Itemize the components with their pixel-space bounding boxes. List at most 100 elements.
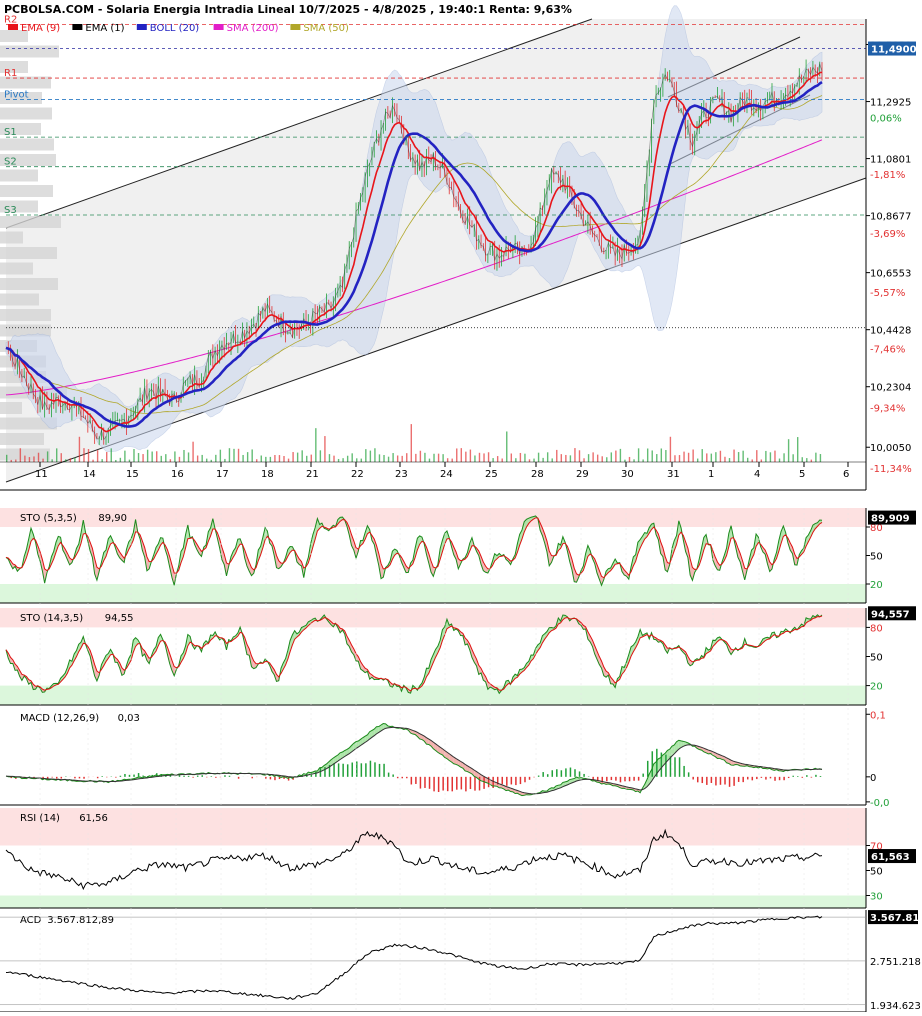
macd-histogram-bar	[215, 777, 217, 778]
macd-histogram-bar	[811, 777, 813, 778]
volume-bar	[656, 454, 657, 462]
volume-bar	[802, 457, 803, 462]
price-tick-label: 10,2304	[870, 383, 911, 394]
macd-histogram-bar	[374, 762, 376, 776]
macd-histogram-bar	[447, 777, 449, 791]
volume-bar	[792, 454, 793, 462]
x-tick-label: 6	[843, 469, 849, 480]
volume-bar	[770, 452, 771, 462]
volume-bar	[33, 456, 34, 462]
volume-bar	[74, 458, 75, 462]
volume-bar	[488, 452, 489, 462]
macd-histogram-bar	[97, 777, 99, 778]
volume-bar	[370, 451, 371, 462]
volume-profile-bar	[0, 402, 22, 414]
volume-bar	[51, 459, 52, 462]
macd-tick-label: 0	[870, 773, 876, 784]
macd-histogram-bar	[179, 775, 181, 777]
volume-bar	[483, 453, 484, 462]
volume-bar	[165, 454, 166, 462]
volume-bar	[397, 455, 398, 462]
last-price-label: 11,4900	[871, 45, 917, 56]
macd-histogram-bar	[802, 777, 804, 778]
volume-bar	[715, 452, 716, 462]
volume-bar	[747, 458, 748, 462]
volume-bar	[342, 458, 343, 462]
volume-bar	[806, 458, 807, 462]
volume-bar	[461, 448, 462, 462]
macd-histogram-bar	[483, 777, 485, 789]
pct-tick-label: -9,34%	[870, 404, 905, 415]
macd-histogram-bar	[120, 776, 122, 777]
macd-histogram-bar	[51, 777, 53, 778]
x-tick-label: 1	[708, 469, 714, 480]
volume-bar	[238, 449, 239, 462]
volume-bar	[720, 451, 721, 462]
x-tick-label: 15	[126, 469, 139, 480]
volume-bar	[515, 458, 516, 462]
volume-bar	[220, 450, 221, 462]
macd-tick-label: 0,1	[870, 710, 886, 721]
macd-histogram-bar	[133, 775, 135, 777]
volume-bar	[620, 449, 621, 462]
volume-bar	[456, 448, 457, 462]
volume-bar	[106, 452, 107, 462]
volume-bar	[502, 459, 503, 462]
volume-bar	[570, 455, 571, 462]
macd-histogram-bar	[642, 774, 644, 777]
volume-bar	[420, 451, 421, 462]
macd-histogram-bar	[138, 773, 140, 777]
volume-bar	[161, 456, 162, 462]
indicator-label: STO (14,3,5)	[20, 613, 83, 624]
macd-histogram-bar	[788, 777, 790, 778]
volume-bar	[729, 458, 730, 462]
volume-bar	[270, 457, 271, 462]
macd-histogram-bar	[565, 768, 567, 776]
macd-histogram-bar	[388, 773, 390, 777]
macd-histogram-bar	[415, 777, 417, 784]
volume-bar	[561, 454, 562, 462]
osc-tick-label: 30	[870, 892, 883, 903]
oversold-zone	[0, 686, 866, 705]
macd-histogram-bar	[411, 777, 413, 785]
volume-bar	[20, 448, 21, 462]
volume-bar	[288, 459, 289, 462]
x-tick-label: 4	[754, 469, 760, 480]
volume-bar	[211, 460, 212, 462]
macd-histogram-bar	[729, 777, 731, 787]
volume-bar	[661, 448, 662, 462]
macd-histogram-bar	[429, 777, 431, 789]
macd-histogram-bar	[633, 777, 635, 781]
macd-histogram-bar	[547, 774, 549, 777]
macd-histogram-bar	[438, 777, 440, 792]
macd-histogram-bar	[652, 751, 654, 777]
macd-histogram-bar	[502, 777, 504, 784]
x-tick-label: 29	[576, 469, 589, 480]
legend-label: EMA (1)	[85, 23, 124, 34]
volume-bar	[183, 450, 184, 462]
volume-bar	[533, 459, 534, 462]
volume-bar	[665, 450, 666, 462]
legend-label: EMA (9)	[21, 23, 60, 34]
acd-tick-label: 3.567.812	[870, 913, 922, 924]
volume-profile-bar	[0, 278, 58, 290]
macd-histogram-bar	[201, 775, 203, 777]
macd-histogram-bar	[338, 763, 340, 776]
macd-histogram-bar	[752, 777, 754, 780]
volume-bar	[429, 459, 430, 462]
volume-bar	[151, 452, 152, 462]
volume-bar	[188, 452, 189, 462]
volume-bar	[692, 450, 693, 462]
macd-histogram-bar	[765, 777, 767, 780]
pivot-level-label: R1	[4, 68, 17, 79]
macd-histogram-bar	[611, 777, 613, 780]
volume-profile-bar	[0, 232, 23, 244]
macd-histogram-bar	[529, 777, 531, 780]
macd-histogram-bar	[351, 763, 353, 777]
volume-bar	[465, 452, 466, 462]
macd-histogram-bar	[347, 764, 349, 777]
volume-bar	[811, 460, 812, 462]
volume-bar	[24, 456, 25, 462]
macd-histogram-bar	[770, 777, 772, 779]
volume-bar	[442, 454, 443, 462]
